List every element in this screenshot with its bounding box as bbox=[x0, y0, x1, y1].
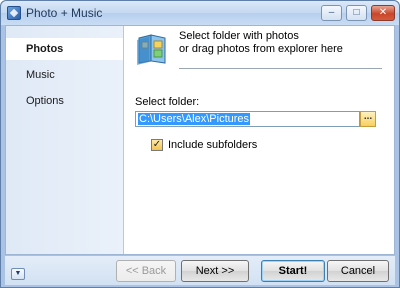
header-instructions: Select folder with photos or drag photos… bbox=[179, 30, 343, 56]
header-line-1: Select folder with photos bbox=[179, 30, 299, 42]
back-button[interactable]: << Back bbox=[116, 260, 176, 282]
sidebar-item-photos[interactable]: Photos bbox=[6, 38, 123, 60]
minimize-button[interactable]: – bbox=[321, 5, 342, 21]
header-divider bbox=[179, 68, 382, 69]
chevron-down-icon[interactable]: ▼ bbox=[11, 268, 25, 280]
app-icon bbox=[7, 6, 21, 20]
sidebar-item-music[interactable]: Music bbox=[6, 64, 123, 86]
header-line-2: or drag photos from explorer here bbox=[179, 43, 343, 55]
folder-path-input[interactable]: C:\Users\Alex\Pictures bbox=[135, 111, 360, 127]
include-subfolders-label[interactable]: Include subfolders bbox=[168, 139, 257, 151]
maximize-button[interactable]: □ bbox=[346, 5, 367, 21]
client-area: Photos Music Options Select folder with … bbox=[5, 25, 395, 255]
include-subfolders-checkbox[interactable]: ✓ bbox=[151, 139, 163, 151]
start-button[interactable]: Start! bbox=[261, 260, 325, 282]
title-bar[interactable]: Photo + Music – □ ✕ bbox=[1, 1, 399, 25]
app-window: Photo + Music – □ ✕ Photos Music Options… bbox=[0, 0, 400, 288]
window-title: Photo + Music bbox=[26, 6, 103, 20]
cancel-button[interactable]: Cancel bbox=[327, 260, 389, 282]
bottom-bar: ▼ << Back Next >> Start! Cancel bbox=[5, 255, 395, 285]
next-button[interactable]: Next >> bbox=[181, 260, 249, 282]
close-button[interactable]: ✕ bbox=[371, 5, 395, 21]
photo-album-icon bbox=[137, 34, 166, 65]
folder-label: Select folder: bbox=[135, 96, 200, 108]
folder-path-text: C:\Users\Alex\Pictures bbox=[138, 113, 251, 125]
sidebar: Photos Music Options bbox=[6, 26, 124, 254]
sidebar-item-options[interactable]: Options bbox=[6, 90, 123, 112]
main-panel: Select folder with photos or drag photos… bbox=[125, 26, 394, 254]
browse-button[interactable]: ... bbox=[360, 111, 376, 127]
